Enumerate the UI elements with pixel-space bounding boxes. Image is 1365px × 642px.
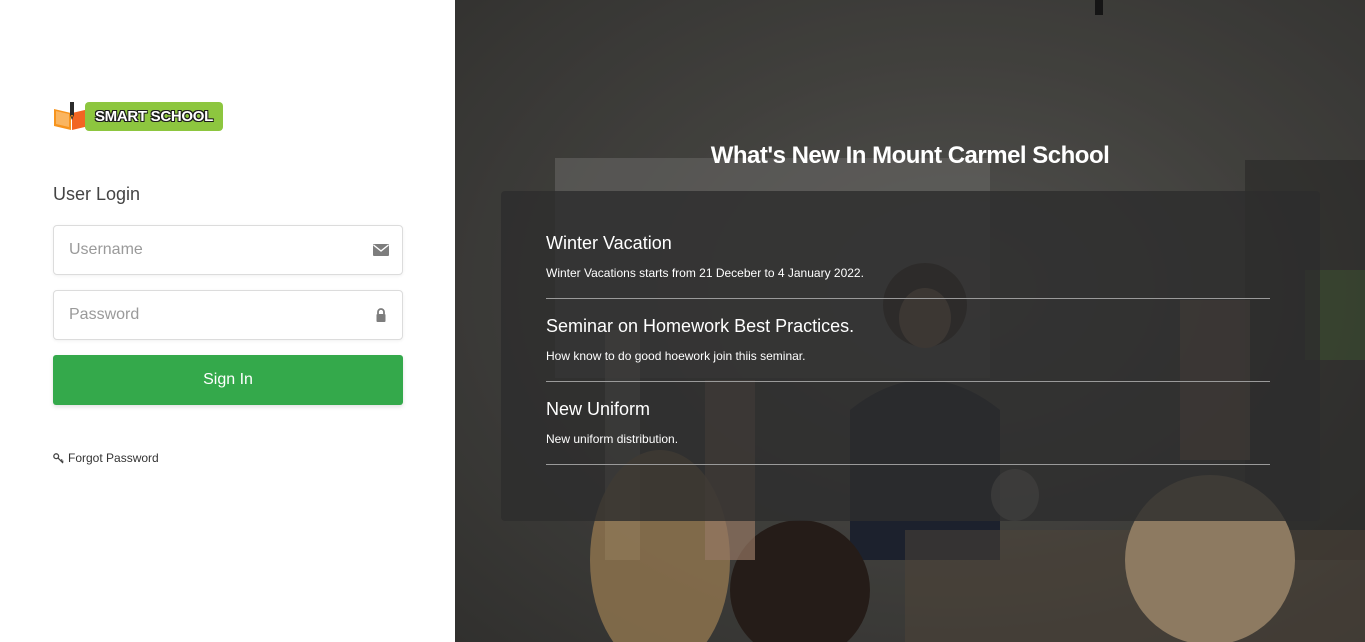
envelope-icon	[372, 242, 390, 258]
username-field	[53, 225, 403, 275]
news-item-title: Winter Vacation	[546, 233, 672, 253]
news-item[interactable]: New Uniform New uniform distribution.	[546, 399, 1270, 465]
news-item[interactable]: Seminar on Homework Best Practices. How …	[546, 316, 1270, 382]
login-title: User Login	[53, 184, 141, 204]
news-list: Winter Vacation Winter Vacations starts …	[501, 191, 1320, 521]
brand-badge: SMART SCHOOL	[85, 102, 223, 131]
forgot-password-link[interactable]: Forgot Password	[53, 451, 159, 465]
news-item-title: Seminar on Homework Best Practices.	[546, 316, 855, 336]
news-heading: What's New In Mount Carmel School	[710, 142, 1110, 169]
school-logo: SMART SCHOOL	[53, 101, 223, 131]
news-item-text: How know to do good hoework join thiis s…	[546, 349, 806, 363]
login-panel: SMART SCHOOL User Login Sign In Forgot P…	[0, 0, 455, 642]
key-icon	[53, 452, 64, 464]
news-item-text: Winter Vacations starts from 21 Deceber …	[546, 266, 864, 280]
news-item-title: New Uniform	[546, 399, 651, 419]
news-item-text: New uniform distribution.	[546, 432, 679, 446]
forgot-password-label: Forgot Password	[68, 451, 159, 465]
brand-name: SMART SCHOOL	[94, 108, 214, 125]
password-field	[53, 290, 403, 340]
password-input[interactable]	[54, 291, 344, 339]
lock-icon	[372, 307, 390, 323]
username-input[interactable]	[54, 226, 344, 274]
sign-in-button[interactable]: Sign In	[53, 355, 403, 405]
news-item[interactable]: Winter Vacation Winter Vacations starts …	[546, 233, 1270, 299]
news-panel: What's New In Mount Carmel School Winter…	[455, 0, 1365, 642]
